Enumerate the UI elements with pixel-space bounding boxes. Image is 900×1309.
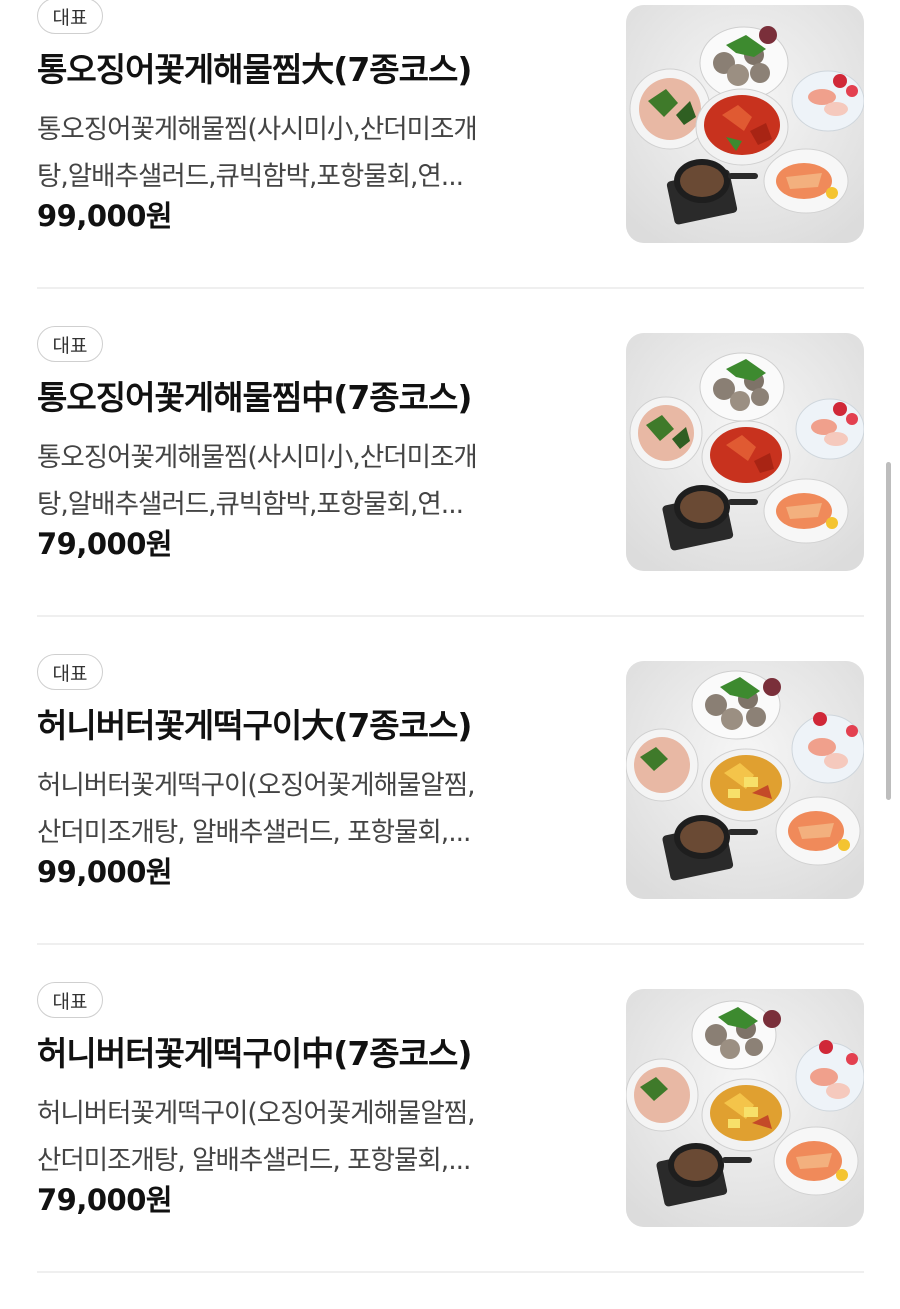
- menu-item-description-line: 산더미조개탕, 알배추샐러드, 포항물회,...: [37, 817, 471, 848]
- representative-badge: 대표: [37, 654, 103, 690]
- menu-item-photo[interactable]: [626, 5, 864, 243]
- menu-item-photo[interactable]: [626, 661, 864, 899]
- menu-item-price: 79,000원: [37, 527, 173, 561]
- representative-badge: 대표: [37, 326, 103, 362]
- menu-item-name: 허니버터꽃게떡구이中(7종코스): [37, 1034, 472, 1073]
- menu-item-photo[interactable]: [626, 333, 864, 571]
- food-spread-image: [626, 333, 864, 571]
- menu-item-description-line: 허니버터꽃게떡구이(오징어꽃게해물알찜,: [37, 770, 476, 801]
- menu-item-description-line: 허니버터꽃게떡구이(오징어꽃게해물알찜,: [37, 1098, 476, 1129]
- menu-item-description: 허니버터꽃게떡구이(오징어꽃게해물알찜, 산더미조개탕, 알배추샐러드, 포항물…: [37, 1090, 597, 1184]
- menu-item[interactable]: 대표 허니버터꽃게떡구이大(7종코스) 허니버터꽃게떡구이(오징어꽃게해물알찜,…: [37, 654, 864, 981]
- menu-item-name: 통오징어꽃게해물찜中(7종코스): [37, 378, 472, 417]
- menu-item-description-line: 산더미조개탕, 알배추샐러드, 포항물회,...: [37, 1145, 471, 1176]
- menu-item-description: 통오징어꽃게해물찜(사시미小,산더미조개 탕,알배추샐러드,큐빅함박,포항물회,…: [37, 434, 597, 528]
- representative-badge: 대표: [37, 0, 103, 34]
- menu-item-price: 99,000원: [37, 199, 173, 233]
- divider: [37, 615, 864, 617]
- menu-item-price: 79,000원: [37, 1183, 173, 1217]
- food-spread-image: [626, 989, 864, 1227]
- menu-item-price: 99,000원: [37, 855, 173, 889]
- menu-item-photo[interactable]: [626, 989, 864, 1227]
- divider: [37, 1271, 864, 1273]
- menu-item[interactable]: 대표 통오징어꽃게해물찜中(7종코스) 통오징어꽃게해물찜(사시미小,산더미조개…: [37, 326, 864, 653]
- menu-item-description: 통오징어꽃게해물찜(사시미小,산더미조개 탕,알배추샐러드,큐빅함박,포항물회,…: [37, 106, 597, 200]
- menu-item-description: 허니버터꽃게떡구이(오징어꽃게해물알찜, 산더미조개탕, 알배추샐러드, 포항물…: [37, 762, 597, 856]
- menu-item[interactable]: 대표 통오징어꽃게해물찜大(7종코스) 통오징어꽃게해물찜(사시미小,산더미조개…: [37, 0, 864, 325]
- menu-item[interactable]: 대표 허니버터꽃게떡구이中(7종코스) 허니버터꽃게떡구이(오징어꽃게해물알찜,…: [37, 982, 864, 1309]
- representative-badge: 대표: [37, 982, 103, 1018]
- food-spread-image: [626, 5, 864, 243]
- menu-item-name: 허니버터꽃게떡구이大(7종코스): [37, 706, 472, 745]
- menu-item-description-line: 통오징어꽃게해물찜(사시미小,산더미조개: [37, 442, 478, 473]
- food-spread-image: [626, 661, 864, 899]
- menu-item-description-line: 통오징어꽃게해물찜(사시미小,산더미조개: [37, 114, 478, 145]
- menu-item-description-line: 탕,알배추샐러드,큐빅함박,포항물회,연...: [37, 489, 464, 520]
- scrollbar[interactable]: [886, 462, 891, 800]
- menu-item-description-line: 탕,알배추샐러드,큐빅함박,포항물회,연...: [37, 161, 464, 192]
- divider: [37, 943, 864, 945]
- menu-item-name: 통오징어꽃게해물찜大(7종코스): [37, 50, 472, 89]
- divider: [37, 287, 864, 289]
